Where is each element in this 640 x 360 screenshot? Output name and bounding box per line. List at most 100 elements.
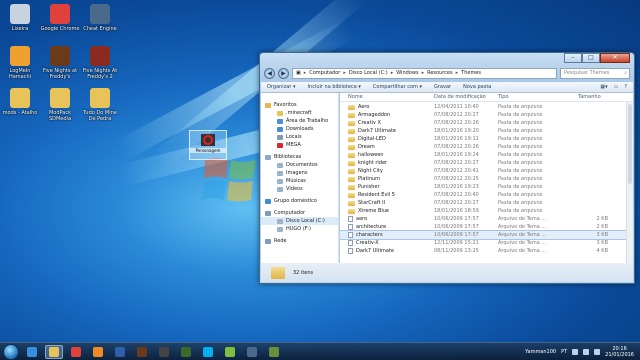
taskbar-button[interactable] bbox=[67, 345, 85, 359]
nav-item[interactable]: Favoritos bbox=[261, 101, 338, 109]
column-header-name[interactable]: Nome bbox=[340, 94, 426, 100]
nav-item[interactable]: .minecraft bbox=[261, 109, 338, 117]
file-type: Arquivo de Tema ... bbox=[498, 224, 547, 230]
file-row[interactable]: Resident Evil 5 07/08/2012 20:40 Pasta de … bbox=[340, 191, 633, 199]
file-row[interactable]: Aero 12/04/2011 10:40 Pasta de arquivos bbox=[340, 103, 633, 111]
folder-icon bbox=[348, 128, 355, 134]
file-type: Pasta de arquivos bbox=[498, 128, 543, 134]
desktop-icon[interactable]: Five Nights at Freddy's bbox=[40, 46, 80, 80]
scrollbar-thumb[interactable] bbox=[628, 104, 632, 184]
nav-item[interactable]: Área de Trabalho bbox=[261, 117, 338, 125]
breadcrumb-item[interactable]: Resources bbox=[427, 70, 453, 76]
file-type: Pasta de arquivos bbox=[498, 176, 543, 182]
desktop-icon-label: Five Nights at Freddy's bbox=[42, 68, 78, 80]
column-header-size[interactable]: Tamanho bbox=[570, 94, 614, 100]
network-icon[interactable] bbox=[583, 348, 590, 355]
file-row[interactable]: Dream 07/08/2012 20:26 Pasta de arquivos bbox=[340, 143, 633, 151]
file-row[interactable]: halloween 18/01/2016 19:24 Pasta de arquiv… bbox=[340, 151, 633, 159]
view-options-icon[interactable]: ▦▾ bbox=[600, 84, 607, 90]
file-row[interactable]: Punisher 18/01/2016 19:23 Pasta de arquivo… bbox=[340, 183, 633, 191]
tray-flag-icon[interactable] bbox=[572, 348, 579, 355]
search-input[interactable]: Pesquisar Themes ⌕ bbox=[560, 67, 630, 79]
maximize-button[interactable]: □ bbox=[582, 53, 600, 63]
nav-item[interactable]: Rede bbox=[261, 237, 338, 245]
desktop-icon[interactable]: mods - Atalho bbox=[0, 88, 40, 116]
start-button[interactable] bbox=[3, 343, 19, 360]
burn-button[interactable]: Gravar bbox=[434, 84, 451, 90]
taskbar-button[interactable] bbox=[243, 345, 261, 359]
breadcrumb-item[interactable]: Disco Local (C:) bbox=[349, 70, 388, 76]
theme-file-icon bbox=[348, 216, 353, 222]
column-header-type[interactable]: Tipo bbox=[490, 94, 570, 100]
file-row[interactable]: StarCraft II 07/08/2012 20:27 Pasta de arq… bbox=[340, 199, 633, 207]
volume-icon[interactable] bbox=[594, 348, 601, 355]
include-library-menu[interactable]: Incluir na biblioteca ▾ bbox=[308, 84, 361, 90]
taskbar-button[interactable] bbox=[177, 345, 195, 359]
back-button[interactable]: ◀ bbox=[264, 67, 275, 79]
help-icon[interactable]: ? bbox=[624, 84, 627, 90]
desktop-icon[interactable]: Google Chrome bbox=[40, 4, 80, 32]
organize-menu[interactable]: Organizar ▾ bbox=[267, 84, 296, 90]
taskbar-button[interactable] bbox=[133, 345, 151, 359]
taskbar-button[interactable] bbox=[265, 345, 283, 359]
new-folder-button[interactable]: Nova pasta bbox=[463, 84, 491, 90]
taskbar-button[interactable] bbox=[199, 345, 217, 359]
nav-item[interactable]: Imagens bbox=[261, 169, 338, 177]
file-row[interactable]: knight rider 07/08/2012 20:27 Pasta de arq… bbox=[340, 159, 633, 167]
file-row[interactable]: Armageddon 07/08/2012 20:27 Pasta de arqui… bbox=[340, 111, 633, 119]
file-row[interactable]: Xtreme Blue 18/01/2016 18:59 Pasta de arqu… bbox=[340, 207, 633, 215]
file-row[interactable]: Dark7 Ultimate 18/01/2016 19:20 Pasta de a… bbox=[340, 127, 633, 135]
breadcrumb-item[interactable]: Themes bbox=[461, 70, 481, 76]
file-row[interactable]: Platinum 07/08/2012 20:25 Pasta de arquivo… bbox=[340, 175, 633, 183]
file-row[interactable]: aero 10/06/2009 17:57 Arquivo de Tema ... 2… bbox=[340, 215, 633, 223]
breadcrumb-item[interactable]: Windows bbox=[396, 70, 418, 76]
file-row[interactable]: Creativ X 07/08/2012 20:26 Pasta de arquiv… bbox=[340, 119, 633, 127]
media-player-icon bbox=[93, 346, 103, 357]
taskbar-button[interactable] bbox=[221, 345, 239, 359]
taskbar-button[interactable] bbox=[45, 344, 63, 359]
nav-item[interactable]: Grupo doméstico bbox=[261, 197, 338, 205]
nav-item[interactable]: MEGA bbox=[261, 141, 338, 149]
desktop-icon[interactable]: LogMeIn Hamachi bbox=[0, 46, 40, 80]
nav-item[interactable]: Disco Local (C:) bbox=[261, 217, 338, 225]
nav-item[interactable]: Computador bbox=[261, 209, 338, 217]
share-menu[interactable]: Compartilhar com ▾ bbox=[373, 84, 422, 90]
nav-item[interactable]: HUGO (F:) bbox=[261, 225, 338, 233]
nav-item[interactable]: Bibliotecas bbox=[261, 153, 338, 161]
explorer-window[interactable]: – □ ✕ ◀ ▶ ▣ ▸ Computador ▸ Disco Local (C:) ▸… bbox=[259, 52, 635, 284]
cheat-engine-icon bbox=[90, 4, 110, 24]
taskbar-button[interactable] bbox=[155, 345, 173, 359]
column-header-date[interactable]: Data de modificação bbox=[426, 94, 490, 100]
file-row[interactable]: Dark7 Ultimate 08/11/2009 13:25 Arquivo de… bbox=[340, 247, 633, 255]
address-bar[interactable]: ▣ ▸ Computador ▸ Disco Local (C:) ▸ Windows ▸ Re… bbox=[292, 67, 557, 79]
taskbar-button[interactable] bbox=[89, 345, 107, 359]
nav-item[interactable]: Downloads bbox=[261, 125, 338, 133]
desktop-icon[interactable]: Cheat Engine bbox=[80, 4, 120, 32]
file-row[interactable]: architecture 10/06/2009 17:57 Arquivo de T… bbox=[340, 223, 633, 231]
tray-language[interactable]: PT bbox=[561, 349, 567, 355]
desktop-icon[interactable]: ModPack SDMedia bbox=[40, 88, 80, 122]
desktop-icon[interactable]: Lixeira bbox=[0, 4, 40, 32]
desktop-icon[interactable]: Tudo Do Mine De Pedra bbox=[80, 88, 120, 122]
minimize-button[interactable]: – bbox=[564, 53, 582, 63]
nav-item[interactable]: Documentos bbox=[261, 161, 338, 169]
clock[interactable]: 20:16 21/01/2016 bbox=[605, 346, 634, 358]
breadcrumb-item[interactable]: Computador bbox=[309, 70, 340, 76]
desktop-icon[interactable]: Five Nights At Freddy's 2 bbox=[80, 46, 120, 80]
forward-button[interactable]: ▶ bbox=[278, 67, 289, 79]
preview-pane-icon[interactable]: ▭ bbox=[614, 84, 619, 90]
close-button[interactable]: ✕ bbox=[600, 53, 630, 63]
file-row[interactable]: Digital-LED 18/01/2016 19:11 Pasta de arqu… bbox=[340, 135, 633, 143]
file-row[interactable]: Night City 07/08/2012 20:41 Pasta de arqui… bbox=[340, 167, 633, 175]
vertical-scrollbar[interactable] bbox=[626, 102, 633, 263]
folder-icon bbox=[348, 168, 355, 174]
file-row[interactable]: characters 10/06/2009 17:57 Arquivo de Tem… bbox=[340, 230, 633, 240]
dragged-desktop-icon[interactable]: Personagem bbox=[189, 130, 227, 160]
nav-item[interactable]: Vídeos bbox=[261, 185, 338, 193]
taskbar-button[interactable] bbox=[23, 345, 41, 359]
game-icon bbox=[181, 346, 191, 357]
nav-item[interactable]: Músicas bbox=[261, 177, 338, 185]
nav-item[interactable]: Locais bbox=[261, 133, 338, 141]
file-row[interactable]: Creativ-X 12/11/2009 15:21 Arquivo de Tema… bbox=[340, 239, 633, 247]
taskbar-button[interactable] bbox=[111, 345, 129, 359]
